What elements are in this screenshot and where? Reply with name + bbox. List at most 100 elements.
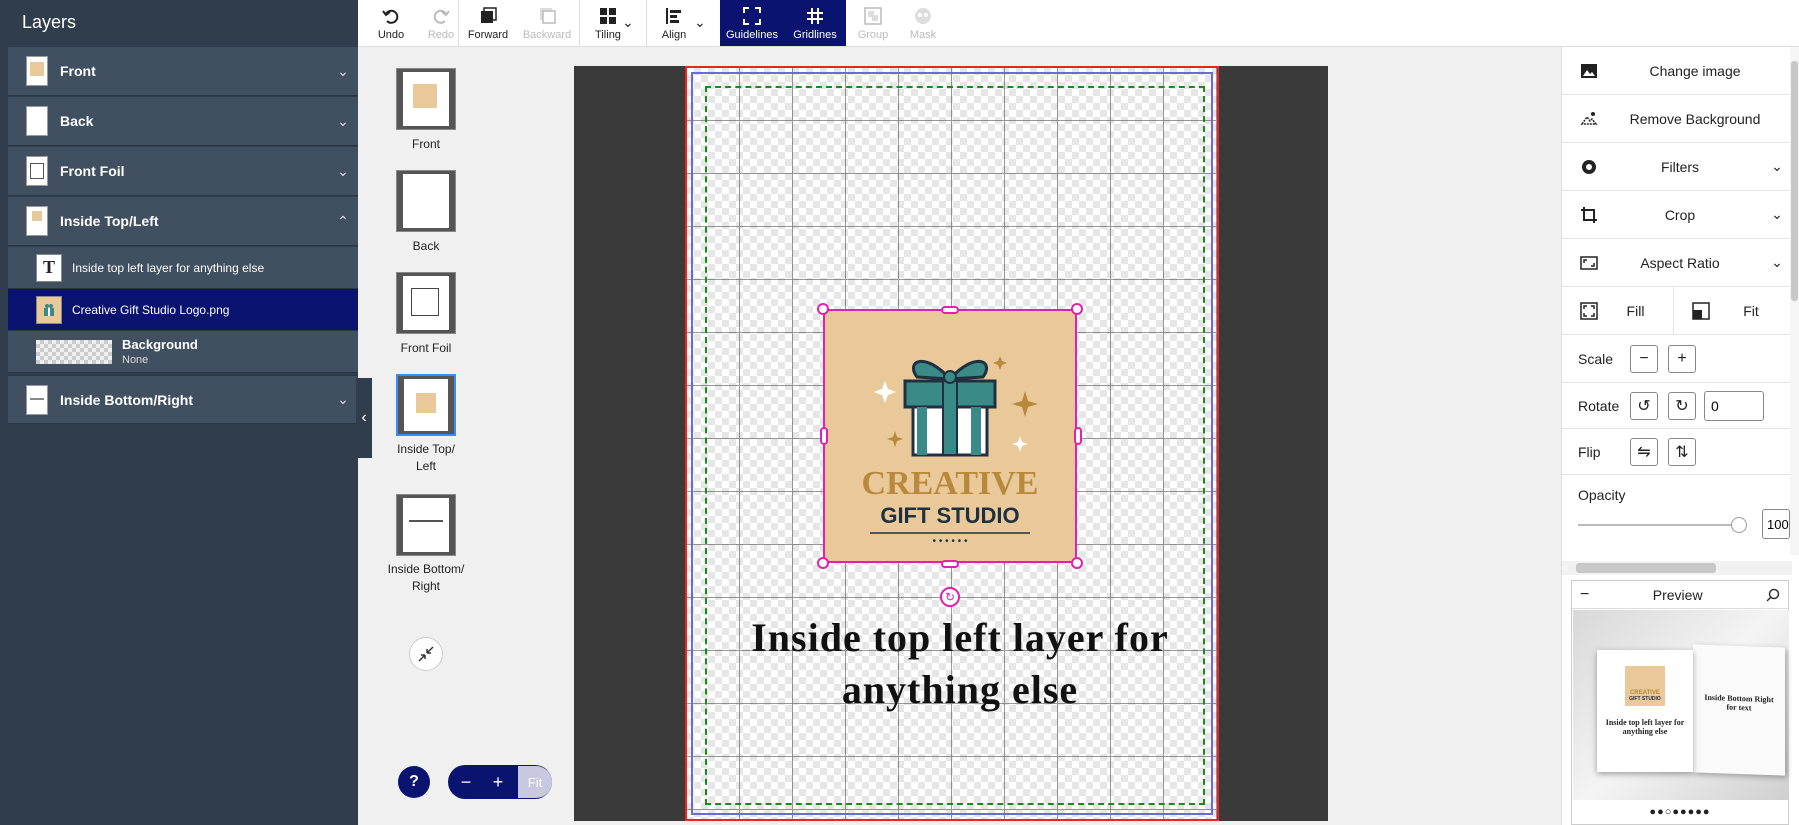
collapse-panel-button[interactable]: ‹	[356, 378, 372, 458]
rotate-right-icon[interactable]: ↻	[1668, 391, 1696, 420]
layer-item-text[interactable]: T Inside top left layer for anything els…	[8, 247, 358, 289]
minimize-arrows-icon	[418, 646, 434, 662]
layer-item-label: Background	[122, 337, 198, 352]
forward-button[interactable]: Forward	[460, 0, 516, 46]
chevron-down-icon[interactable]: ⌄	[328, 113, 358, 130]
collapse-preview-button[interactable]: −	[1580, 586, 1589, 604]
fit-button[interactable]: Fit	[1674, 287, 1792, 335]
chevron-left-icon: ‹	[361, 409, 367, 426]
page-label-front-foil: Front Foil	[400, 341, 452, 355]
resize-handle-nw[interactable]	[817, 303, 829, 315]
page-thumb-inside-top-left[interactable]	[396, 374, 456, 436]
help-button[interactable]: ?	[398, 766, 430, 798]
zoom-out-button[interactable]: −	[452, 768, 480, 796]
text-layer-icon: T	[36, 253, 62, 282]
resize-handle-se[interactable]	[1071, 557, 1083, 569]
preview-image[interactable]: Inside Bottom Right for text CREATIVE GI…	[1573, 610, 1789, 800]
canvas-text-layer[interactable]: Inside top left layer for anything else	[700, 612, 1220, 716]
zoom-fit-button[interactable]: Fit	[518, 766, 552, 798]
horizontal-scrollbar[interactable]	[1562, 561, 1792, 575]
filters-label: Filters	[1660, 158, 1700, 175]
flip-vertical-icon[interactable]: ⇅	[1668, 437, 1696, 466]
group-button[interactable]: Group	[848, 0, 898, 46]
layer-group-inside-top-left[interactable]: Inside Top/Left ⌃	[8, 197, 358, 246]
gift-icon	[44, 303, 54, 316]
layer-group-label: Front	[60, 63, 96, 79]
selected-logo-image[interactable]: CREATIVE GIFT STUDIO • • • • • •	[823, 309, 1077, 563]
align-button[interactable]: Align	[648, 0, 700, 46]
align-dropdown-chevron-icon[interactable]: ⌄	[694, 14, 706, 31]
filters-section[interactable]: Filters ⌄	[1562, 143, 1792, 191]
layer-thumbnail	[26, 56, 48, 86]
send-backward-icon	[540, 7, 556, 24]
preview-right-text: Inside Bottom Right for text	[1704, 692, 1774, 713]
fill-label: Fill	[1626, 302, 1645, 319]
rotate-handle-icon[interactable]: ↻	[940, 587, 960, 607]
tiling-icon	[600, 7, 616, 24]
chevron-down-icon[interactable]: ⌄	[328, 163, 358, 180]
minimize-button[interactable]	[409, 637, 443, 671]
scale-down-button[interactable]: −	[1630, 344, 1658, 373]
resize-handle-w[interactable]	[820, 427, 828, 445]
aspect-ratio-section[interactable]: Aspect Ratio ⌄	[1562, 239, 1792, 287]
logo-text-gift-studio: GIFT STUDIO	[880, 503, 1019, 528]
resize-handle-sw[interactable]	[817, 557, 829, 569]
tiling-dropdown-chevron-icon[interactable]: ⌄	[622, 14, 634, 31]
redo-icon	[433, 9, 450, 24]
layer-group-inside-bottom-right[interactable]: Inside Bottom/Right ⌄	[8, 375, 358, 424]
preview-pagination-dots[interactable]: ●●○●●●●●	[1572, 806, 1788, 818]
rotate-left-icon[interactable]: ↺	[1630, 391, 1658, 420]
aspect-ratio-label: Aspect Ratio	[1640, 254, 1720, 271]
chevron-down-icon: ⌄	[1771, 254, 1783, 270]
backward-button[interactable]: Backward	[516, 0, 578, 46]
remove-background-button[interactable]: Remove Background	[1562, 95, 1792, 143]
fill-button[interactable]: Fill	[1562, 286, 1674, 335]
change-image-label: Change image	[1649, 62, 1741, 79]
opacity-slider-thumb[interactable]	[1731, 517, 1747, 533]
layer-item-background[interactable]: Background None	[8, 331, 358, 373]
resize-handle-s[interactable]	[941, 560, 959, 568]
undo-icon	[382, 9, 399, 24]
undo-button[interactable]: Undo	[366, 0, 416, 46]
scale-up-button[interactable]: +	[1668, 344, 1696, 373]
layer-group-back[interactable]: Back ⌄	[8, 97, 358, 146]
resize-handle-e[interactable]	[1074, 427, 1082, 445]
group-label: Group	[857, 28, 889, 41]
preview-panel: − Preview Inside Bottom Right for text C…	[1571, 580, 1789, 825]
chevron-up-icon[interactable]: ⌃	[328, 213, 358, 230]
page-thumb-back[interactable]	[396, 170, 456, 232]
fit-icon	[1692, 301, 1710, 320]
flip-horizontal-icon[interactable]: ⇋	[1630, 437, 1658, 466]
chevron-down-icon[interactable]: ⌄	[328, 391, 358, 408]
zoom-in-button[interactable]: +	[484, 768, 512, 796]
crop-section[interactable]: Crop ⌄	[1562, 191, 1792, 239]
guidelines-toggle[interactable]: Guidelines	[720, 0, 784, 46]
opacity-input[interactable]	[1762, 509, 1790, 539]
opacity-label: Opacity	[1578, 487, 1626, 503]
zoom-search-icon[interactable]	[1766, 588, 1780, 602]
vertical-scrollbar[interactable]	[1790, 47, 1799, 555]
resize-handle-ne[interactable]	[1071, 303, 1083, 315]
fit-label: Fit	[1743, 302, 1759, 319]
chevron-down-icon[interactable]: ⌄	[328, 63, 358, 80]
page-thumb-front-foil[interactable]	[396, 272, 456, 334]
guidelines-icon	[743, 6, 761, 25]
layer-item-logo[interactable]: Creative Gift Studio Logo.png	[8, 289, 358, 331]
filters-icon	[1582, 159, 1596, 174]
remove-background-label: Remove Background	[1629, 110, 1761, 127]
page-thumb-inside-bottom-right[interactable]	[396, 494, 456, 556]
align-label: Align	[661, 28, 687, 41]
layer-item-sub: None	[122, 354, 149, 366]
layer-group-label: Inside Top/Left	[60, 213, 159, 229]
layer-group-front[interactable]: Front ⌄	[8, 47, 358, 96]
page-thumb-front[interactable]	[396, 68, 456, 130]
mask-button[interactable]: Mask	[898, 0, 948, 46]
change-image-button[interactable]: Change image	[1562, 47, 1792, 95]
crop-icon	[1581, 206, 1597, 223]
layer-group-front-foil[interactable]: Front Foil ⌄	[8, 147, 358, 196]
opacity-slider-track[interactable]	[1578, 524, 1738, 526]
rotate-input[interactable]	[1704, 390, 1764, 421]
gridlines-toggle[interactable]: Gridlines	[784, 0, 846, 46]
resize-handle-n[interactable]	[941, 306, 959, 314]
layer-group-label: Inside Bottom/Right	[60, 391, 193, 408]
